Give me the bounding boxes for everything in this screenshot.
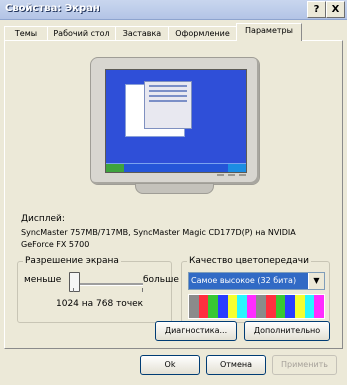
apply-button[interactable]: Применить	[272, 355, 337, 375]
color-swatch	[198, 295, 209, 318]
preview-tray	[228, 164, 246, 172]
color-spectrum-preview	[188, 294, 325, 319]
tab-desktop[interactable]: Рабочий стол	[47, 26, 116, 41]
tab-appearance[interactable]: Оформление	[168, 26, 237, 41]
monitor-preview	[90, 57, 260, 185]
preview-window-settings	[144, 81, 192, 129]
color-swatch	[285, 295, 296, 318]
color-swatch	[217, 295, 228, 318]
ok-button[interactable]: Ok	[140, 355, 200, 375]
color-swatch	[275, 295, 286, 318]
color-quality-selected: Самое высокое (32 бита)	[189, 273, 309, 289]
color-swatch	[314, 295, 324, 318]
color-swatch	[266, 295, 276, 318]
display-value-line-2: GeForce FX 5700	[21, 240, 90, 249]
preview-taskbar	[106, 163, 246, 172]
settings-panel: Дисплей: SyncMaster 757MB/717MB, SyncMas…	[4, 40, 343, 349]
color-swatch	[256, 295, 267, 318]
tab-screensaver[interactable]: Заставка	[115, 26, 169, 41]
monitor-control-icon	[228, 174, 235, 176]
color-swatch	[237, 295, 247, 318]
color-swatch	[208, 295, 218, 318]
resolution-value: 1024 на 768 точек	[56, 299, 144, 309]
monitor-control-icon	[217, 174, 224, 176]
monitor-control-icon	[239, 174, 246, 176]
window-title: Свойства: Экран	[5, 3, 100, 14]
tab-themes[interactable]: Темы	[4, 26, 48, 41]
help-button[interactable]: ?	[307, 1, 326, 18]
monitor-stand	[135, 183, 214, 194]
cancel-button[interactable]: Отмена	[206, 355, 266, 375]
color-swatch	[246, 295, 257, 318]
color-quality-group-label: Качество цветопередачи	[187, 256, 311, 266]
chevron-down-icon[interactable]: ▼	[308, 273, 324, 289]
color-swatch	[304, 295, 315, 318]
tab-settings[interactable]: Параметры	[236, 23, 302, 41]
title-bar: Свойства: Экран ? X	[0, 0, 347, 20]
resolution-less-label: меньше	[24, 275, 62, 285]
diagnostics-button[interactable]: Диагностика...	[155, 321, 237, 341]
resolution-slider-ticks	[73, 288, 143, 292]
display-value-line-1: SyncMaster 757MB/717MB, SyncMaster Magic…	[21, 228, 296, 237]
color-quality-select[interactable]: Самое высокое (32 бита) ▼	[188, 272, 325, 290]
color-swatch	[227, 295, 238, 318]
monitor-screen	[105, 69, 247, 173]
display-label: Дисплей:	[21, 214, 65, 224]
color-quality-group: Качество цветопередачи Самое высокое (32…	[181, 256, 330, 323]
resolution-more-label: больше	[143, 275, 179, 285]
preview-start-button	[106, 164, 124, 172]
advanced-button[interactable]: Дополнительно	[244, 321, 330, 341]
resolution-slider-track[interactable]	[71, 283, 143, 286]
resolution-group-label: Разрешение экрана	[23, 256, 121, 266]
color-swatch	[295, 295, 305, 318]
color-swatch	[189, 295, 199, 318]
resolution-group: Разрешение экрана меньше больше 1024 на …	[17, 256, 179, 323]
close-button[interactable]: X	[326, 1, 345, 18]
